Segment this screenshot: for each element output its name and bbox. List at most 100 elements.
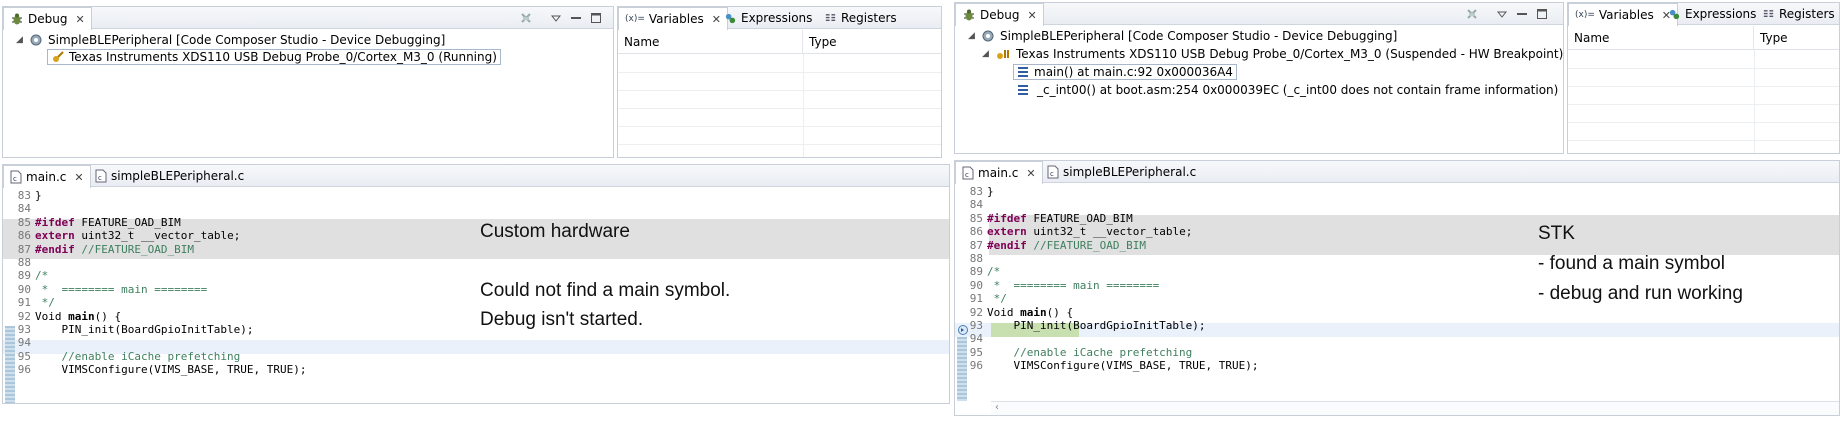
right-annotation-line2: - debug and run working (1538, 283, 1743, 304)
right-tab-expressions-label: Expressions (1685, 7, 1757, 21)
code-token: #endif (987, 238, 1027, 252)
line-number: 90 (969, 278, 983, 292)
left-tab-simpleble[interactable]: c simpleBLEPeripheral.c (89, 165, 250, 187)
code-line[interactable]: 85 #ifdef FEATURE_OAD_BIM (955, 212, 1839, 225)
line-number: 88 (969, 252, 983, 265)
code-line[interactable]: 89 /* (3, 269, 949, 282)
code-line[interactable]: 90 * ======== main ======== (3, 283, 949, 296)
collapse-arrow-icon[interactable]: ◢ (967, 31, 976, 41)
code-token: extern (987, 225, 1027, 239)
code-line[interactable]: 93 PIN_init(BoardGpioInitTable); (955, 319, 1839, 332)
line-number: 92 (969, 305, 983, 319)
line-number: 91 (17, 296, 31, 310)
line-number: 87 (17, 242, 31, 256)
line-number: 95 (17, 349, 31, 363)
code-token: () { (94, 309, 122, 323)
right-tree-project-row[interactable]: ◢ SimpleBLEPeripheral [Code Composer Stu… (967, 27, 1397, 44)
code-token: /* (35, 269, 49, 283)
line-number: 89 (17, 269, 31, 283)
code-line[interactable]: 94 (955, 332, 1839, 345)
code-token: main (1020, 305, 1047, 319)
code-line[interactable]: 92 Void main() { (3, 310, 949, 323)
c-file-icon: c (95, 169, 107, 183)
left-tree-probe-row[interactable]: Texas Instruments XDS110 USB Debug Probe… (47, 48, 501, 65)
line-number: 90 (17, 282, 31, 296)
code-line[interactable]: 87 #endif //FEATURE_OAD_BIM (3, 243, 949, 256)
code-line[interactable]: 96 VIMSConfigure(VIMS_BASE, TRUE, TRUE); (955, 359, 1839, 372)
code-line[interactable]: 86 extern uint32_t __vector_table; (3, 229, 949, 242)
code-line[interactable]: 86 extern uint32_t __vector_table; (955, 225, 1839, 238)
left-tab-debug[interactable]: Debug ✕ (3, 7, 92, 30)
column-type[interactable]: Type (803, 30, 941, 53)
left-tab-variables-label: Variables (648, 12, 704, 26)
scroll-left-icon[interactable]: ‹ (995, 402, 999, 413)
line-number: 94 (969, 332, 983, 346)
grid-row (618, 144, 941, 145)
right-tab-simpleble[interactable]: c simpleBLEPeripheral.c (1041, 161, 1202, 183)
code-line[interactable]: 96 VIMSConfigure(VIMS_BASE, TRUE, TRUE); (3, 363, 949, 376)
remove-terminated-icon[interactable] (519, 11, 533, 25)
column-name[interactable]: Name (1568, 26, 1754, 49)
code-line[interactable]: 92 Void main() { (955, 306, 1839, 319)
horizontal-scrollbar[interactable]: ‹ (991, 401, 1839, 415)
thread-suspended-icon (997, 49, 1009, 59)
code-line[interactable]: 91 */ (3, 296, 949, 309)
collapse-arrow-icon[interactable]: ◢ (981, 49, 990, 59)
close-icon[interactable]: ✕ (1027, 9, 1036, 22)
left-vars-grid-header: Name Type (618, 30, 941, 54)
maximize-icon[interactable] (1535, 7, 1549, 21)
line-number: 85 (969, 211, 983, 225)
right-tab-debug-label: Debug (980, 8, 1020, 22)
code-line[interactable]: 94 (3, 336, 949, 349)
right-tree-probe-row[interactable]: ◢ Texas Instruments XDS110 USB Debug Pro… (981, 45, 1563, 62)
right-tab-debug[interactable]: Debug ✕ (955, 3, 1044, 26)
right-tree-probe-label: Texas Instruments XDS110 USB Debug Probe… (1016, 46, 1564, 61)
close-icon[interactable]: ✕ (1026, 167, 1035, 180)
right-tree-frame2-row[interactable]: _c_int00() at boot.asm:254 0x000039EC (_… (1017, 81, 1558, 98)
code-token: /* (987, 265, 1001, 279)
line-number: 86 (17, 229, 31, 243)
grid-row (1568, 122, 1839, 123)
right-tree-frame1-row[interactable]: main() at main.c:92 0x000036A4 (1013, 63, 1237, 80)
collapse-arrow-icon[interactable]: ◢ (15, 35, 24, 45)
code-line[interactable]: 83} (955, 185, 1839, 198)
code-line[interactable]: 83} (3, 189, 949, 202)
close-icon[interactable]: ✕ (75, 13, 84, 26)
left-tree-probe-selected[interactable]: Texas Instruments XDS110 USB Debug Probe… (47, 48, 501, 65)
svg-text:c: c (965, 171, 969, 179)
right-vars-tabbar: (x)= Variables ✕ Expressions Registers (1568, 3, 1839, 26)
code-line[interactable]: 84 (955, 198, 1839, 211)
view-menu-icon[interactable] (1495, 7, 1509, 21)
right-debug-tabbar: Debug ✕ (955, 3, 1563, 26)
code-line[interactable]: 95 //enable iCache prefetching (3, 350, 949, 363)
minimize-icon[interactable] (569, 11, 583, 25)
maximize-icon[interactable] (589, 11, 603, 25)
left-tab-main-c[interactable]: c main.c ✕ (3, 165, 91, 188)
left-variables-view: (x)= Variables ✕ Expressions Registers N… (617, 6, 942, 158)
right-tab-variables-label: Variables (1598, 8, 1654, 22)
code-line[interactable]: 93 PIN_init(BoardGpioInitTable); (3, 323, 949, 336)
code-line[interactable]: 84 (3, 202, 949, 215)
left-tab-expressions[interactable]: Expressions (718, 7, 818, 29)
code-line[interactable]: 95 //enable iCache prefetching (955, 346, 1839, 359)
debug-session-icon (30, 34, 42, 45)
left-tab-registers[interactable]: Registers (818, 7, 903, 29)
code-token: PIN_init(BoardGpioInitTable); (35, 323, 254, 336)
remove-terminated-icon[interactable] (1465, 7, 1479, 21)
right-tab-main-c[interactable]: c main.c ✕ (955, 161, 1043, 184)
minimize-icon[interactable] (1515, 7, 1529, 21)
column-type[interactable]: Type (1754, 26, 1839, 49)
right-tab-registers[interactable]: Registers (1756, 3, 1839, 25)
code-line[interactable]: 85 #ifdef FEATURE_OAD_BIM (3, 216, 949, 229)
view-menu-icon[interactable] (549, 11, 563, 25)
registers-icon (825, 13, 836, 21)
right-tab-main-c-label: main.c (978, 166, 1019, 180)
left-tab-variables[interactable]: (x)= Variables ✕ (618, 7, 728, 30)
column-name[interactable]: Name (618, 30, 803, 53)
code-line[interactable]: 88 (3, 256, 949, 269)
right-tree-frame1-selected[interactable]: main() at main.c:92 0x000036A4 (1013, 63, 1237, 80)
close-icon[interactable]: ✕ (74, 171, 83, 184)
left-tree-project-row[interactable]: ◢ SimpleBLEPeripheral [Code Composer Stu… (15, 31, 445, 48)
right-tab-expressions[interactable]: Expressions (1662, 3, 1762, 25)
stack-frame-icon (1018, 66, 1028, 77)
